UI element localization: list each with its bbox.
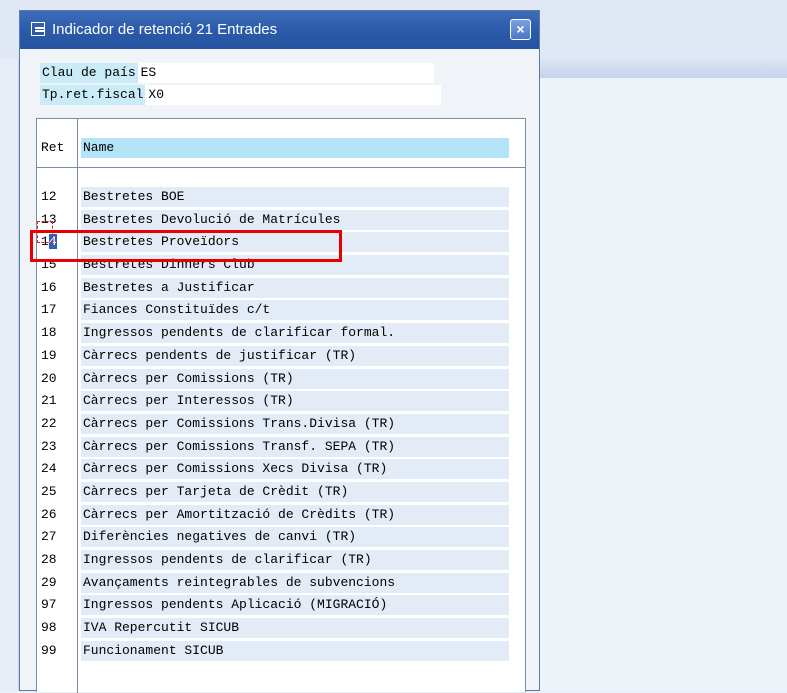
row-name[interactable]: Càrrecs per Comissions Xecs Divisa (TR) bbox=[81, 459, 509, 480]
table-row[interactable]: 18 Ingressos pendents de clarificar forma… bbox=[37, 322, 525, 345]
row-name[interactable]: Ingressos pendents de clarificar (TR) bbox=[81, 550, 509, 570]
row-ret-code[interactable]: 98 bbox=[41, 617, 57, 639]
row-name[interactable]: Càrrecs per Comissions (TR) bbox=[81, 368, 509, 389]
row-ret-code[interactable]: 24 bbox=[41, 458, 57, 480]
criteria-row-country: Clau de país ES bbox=[40, 63, 434, 83]
criteria-value-country[interactable]: ES bbox=[137, 63, 434, 83]
row-ret-code[interactable]: 97 bbox=[41, 594, 57, 616]
table-row[interactable]: 23 Càrrecs per Comissions Transf. SEPA (T… bbox=[37, 436, 525, 459]
background-window-body bbox=[540, 78, 787, 691]
table-row[interactable]: 97 Ingressos pendents Aplicació (MIGRACIÓ… bbox=[37, 594, 525, 617]
row-ret-code[interactable]: 99 bbox=[41, 640, 57, 662]
row-name[interactable]: Càrrecs per Comissions Transf. SEPA (TR) bbox=[81, 436, 509, 457]
row-ret-code[interactable]: 17 bbox=[41, 299, 57, 321]
list-header: Ret Name bbox=[37, 138, 525, 158]
criteria-label: Tp.ret.fiscal bbox=[40, 85, 146, 105]
row-ret-code[interactable]: 23 bbox=[41, 436, 57, 458]
background-toolbar-strip bbox=[540, 58, 787, 79]
row-ret-code[interactable]: 22 bbox=[41, 413, 57, 435]
row-name[interactable]: IVA Repercutit SICUB bbox=[81, 618, 509, 639]
results-list: Ret Name 12 Bestretes BOE 13 Bestretes Devo… bbox=[36, 118, 526, 693]
table-row[interactable]: 99 Funcionament SICUB bbox=[37, 640, 525, 663]
table-row[interactable]: 19 Càrrecs pendents de justificar (TR) bbox=[37, 345, 525, 368]
criteria-value-tax-type[interactable]: X0 bbox=[145, 85, 442, 105]
value-help-popup: Indicador de retenció 21 Entrades × Clau… bbox=[19, 10, 540, 693]
row-name[interactable]: Càrrecs per Tarjeta de Crèdit (TR) bbox=[81, 481, 509, 502]
table-row[interactable]: 25 Càrrecs per Tarjeta de Crèdit (TR) bbox=[37, 481, 525, 504]
table-row[interactable]: 98 IVA Repercutit SICUB bbox=[37, 617, 525, 640]
row-name[interactable]: Càrrecs per Comissions Trans.Divisa (TR) bbox=[81, 413, 509, 434]
row-name[interactable]: Càrrecs per Amortització de Crèdits (TR) bbox=[81, 504, 509, 525]
table-row[interactable]: 26 Càrrecs per Amortització de Crèdits (T… bbox=[37, 504, 525, 527]
row-ret-code[interactable]: 18 bbox=[41, 322, 57, 344]
criteria-row-tax-type: Tp.ret.fiscal X0 bbox=[40, 85, 442, 105]
table-row[interactable]: 22 Càrrecs per Comissions Trans.Divisa (T… bbox=[37, 413, 525, 436]
background-left-bar bbox=[0, 58, 19, 691]
table-row[interactable]: 17 Fiances Constituïdes c/t bbox=[37, 299, 525, 322]
column-header-name[interactable]: Name bbox=[81, 138, 509, 158]
row-ret-code[interactable]: 26 bbox=[41, 504, 57, 526]
table-row[interactable]: 28 Ingressos pendents de clarificar (TR) bbox=[37, 549, 525, 572]
row-name[interactable]: Ingressos pendents Aplicació (MIGRACIÓ) bbox=[81, 595, 509, 616]
row-name[interactable]: Diferències negatives de canvi (TR) bbox=[81, 527, 509, 548]
table-row[interactable]: 13 Bestretes Devolució de Matrícules bbox=[37, 209, 525, 232]
column-header-ret[interactable]: Ret bbox=[41, 138, 64, 158]
row-ret-code[interactable]: 21 bbox=[41, 390, 57, 412]
table-row[interactable]: 16 Bestretes a Justificar bbox=[37, 277, 525, 300]
row-ret-code[interactable]: 28 bbox=[41, 549, 57, 571]
criteria-label: Clau de país bbox=[40, 63, 138, 83]
row-ret-code[interactable]: 29 bbox=[41, 572, 57, 594]
table-row[interactable]: 29 Avançaments reintegrables de subvencio… bbox=[37, 572, 525, 595]
table-row[interactable]: 27 Diferències negatives de canvi (TR) bbox=[37, 526, 525, 549]
header-divider bbox=[37, 167, 525, 168]
row-name[interactable]: Càrrecs per Interessos (TR) bbox=[81, 391, 509, 412]
row-name[interactable]: Avançaments reintegrables de subvencions bbox=[81, 572, 509, 593]
row-ret-code[interactable]: 25 bbox=[41, 481, 57, 503]
row-name[interactable]: Fiances Constituïdes c/t bbox=[81, 300, 509, 321]
popup-title: Indicador de retenció 21 Entrades bbox=[52, 21, 278, 38]
row-name[interactable]: Bestretes a Justificar bbox=[81, 277, 509, 298]
popup-title-bar[interactable]: Indicador de retenció 21 Entrades × bbox=[20, 11, 539, 49]
table-row[interactable]: 24 Càrrecs per Comissions Xecs Divisa (TR… bbox=[37, 458, 525, 481]
row-name[interactable]: Funcionament SICUB bbox=[81, 640, 509, 661]
close-button[interactable]: × bbox=[510, 19, 531, 40]
row-ret-code[interactable]: 12 bbox=[41, 186, 57, 208]
row-name[interactable]: Bestretes Devolució de Matrícules bbox=[81, 209, 509, 230]
row-ret-code[interactable]: 20 bbox=[41, 368, 57, 390]
annotation-highlight-box bbox=[30, 230, 342, 262]
row-ret-code[interactable]: 16 bbox=[41, 277, 57, 299]
window-icon bbox=[31, 22, 45, 36]
row-ret-code[interactable]: 27 bbox=[41, 526, 57, 548]
table-row[interactable]: 12 Bestretes BOE bbox=[37, 186, 525, 209]
row-name[interactable]: Ingressos pendents de clarificar formal. bbox=[81, 323, 509, 344]
table-row[interactable]: 20 Càrrecs per Comissions (TR) bbox=[37, 368, 525, 391]
row-name[interactable]: Bestretes BOE bbox=[81, 187, 509, 207]
row-ret-code[interactable]: 19 bbox=[41, 345, 57, 367]
table-row[interactable]: 21 Càrrecs per Interessos (TR) bbox=[37, 390, 525, 413]
row-name[interactable]: Càrrecs pendents de justificar (TR) bbox=[81, 345, 509, 366]
